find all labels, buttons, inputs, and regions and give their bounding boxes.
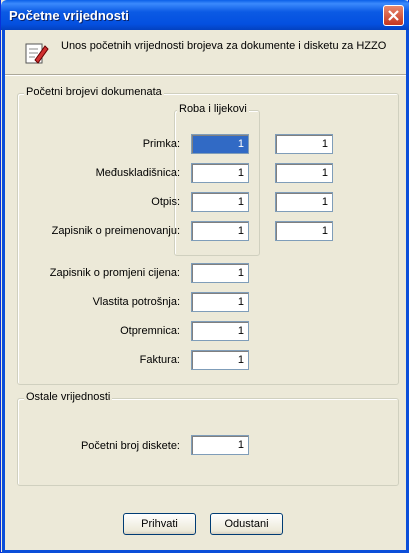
primka-other-input[interactable]: 1 (275, 134, 333, 154)
roba-lijekovi-legend: Roba i lijekovi (177, 103, 249, 115)
other-values-legend: Ostale vrijednosti (24, 391, 113, 403)
other-values-group: Ostale vrijednosti Početni broj diskete:… (17, 391, 399, 486)
zapisnik-promjena-cijena-label: Zapisnik o promjeni cijena: (49, 267, 180, 279)
edit-document-icon (25, 43, 49, 64)
dialog-content: Unos početnih vrijednosti brojeva za dok… (2, 30, 409, 553)
cancel-button[interactable]: Odustani (210, 513, 283, 535)
close-button[interactable] (383, 5, 404, 26)
documents-group: Početni brojevi dokumenata Roba i lijeko… (17, 86, 399, 385)
vlastita-potrosnja-input[interactable]: 1 (191, 292, 249, 312)
faktura-input[interactable]: 1 (191, 350, 249, 370)
otpis-label: Otpis: (151, 196, 180, 208)
meduskladisnica-other-input[interactable]: 1 (275, 163, 333, 183)
faktura-label: Faktura: (139, 354, 180, 366)
window-title: Početne vrijednosti (9, 8, 129, 23)
meduskladisnica-roba-input[interactable]: 1 (191, 163, 249, 183)
zapisnik-preimenovanje-roba-input[interactable]: 1 (191, 221, 249, 241)
documents-group-legend: Početni brojevi dokumenata (24, 86, 164, 98)
dialog-window: Početne vrijednosti Unos početnih vrijed… (0, 0, 409, 553)
pocetni-broj-diskete-input[interactable]: 1 (191, 435, 249, 455)
primka-roba-input[interactable]: 1 (191, 134, 249, 154)
title-bar[interactable]: Početne vrijednosti (1, 0, 409, 30)
otpremnica-label: Otpremnica: (120, 325, 180, 337)
zapisnik-promjena-cijena-input[interactable]: 1 (191, 263, 249, 283)
info-text: Unos početnih vrijednosti brojeva za dok… (61, 40, 387, 52)
vlastita-potrosnja-label: Vlastita potrošnja: (92, 296, 180, 308)
otpis-roba-input[interactable]: 1 (191, 192, 249, 212)
header-divider (5, 74, 406, 76)
otpis-other-input[interactable]: 1 (275, 192, 333, 212)
accept-button[interactable]: Prihvati (123, 513, 196, 535)
pocetni-broj-diskete-label: Početni broj diskete: (80, 440, 180, 452)
close-icon (388, 10, 399, 21)
zapisnik-preimenovanje-other-input[interactable]: 1 (275, 221, 333, 241)
primka-label: Primka: (142, 138, 180, 150)
zapisnik-preimenovanje-label: Zapisnik o preimenovanju: (51, 225, 180, 237)
meduskladisnica-label: Međuskladišnica: (95, 167, 180, 179)
otpremnica-input[interactable]: 1 (191, 321, 249, 341)
